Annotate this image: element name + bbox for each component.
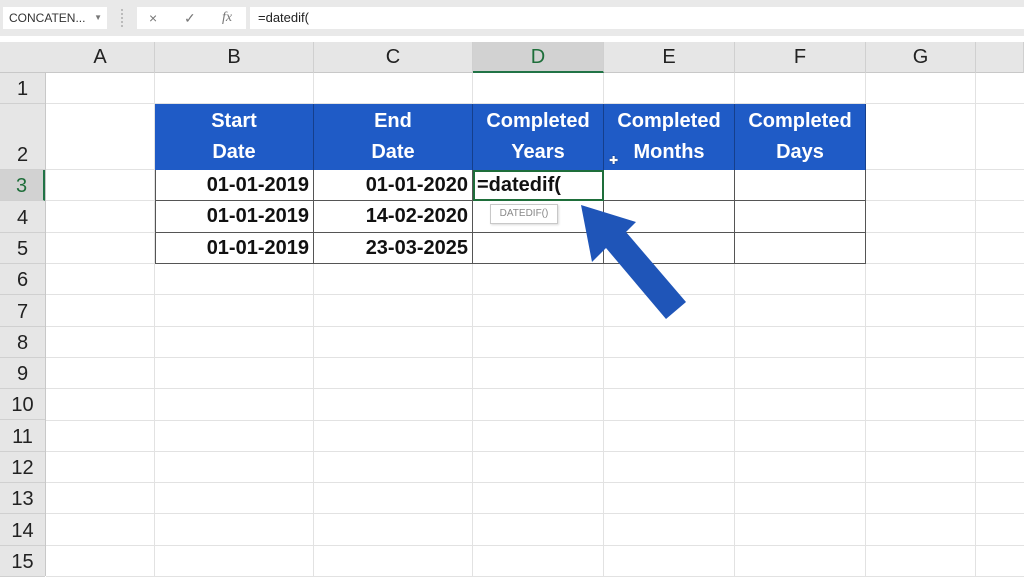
row-header-2[interactable]: 2 [0,104,45,170]
table-cell[interactable]: 01-01-2020 [314,170,473,201]
row-header-5[interactable]: 5 [0,233,45,264]
column-header-a[interactable]: A [46,42,155,73]
name-box-value: CONCATEN... [9,11,86,25]
table-header-cell[interactable]: Completed Years [473,104,604,170]
table-header-cell[interactable]: Start Date [155,104,314,170]
autocomplete-tooltip[interactable]: DATEDIF() [490,204,558,224]
column-header-g[interactable]: G [866,42,976,73]
row-header-13[interactable]: 13 [0,483,45,515]
grid-hline [46,325,1024,327]
row-header-12[interactable]: 12 [0,452,45,484]
grid-hline [46,482,1024,484]
formula-input[interactable]: =datedif( [250,7,1024,29]
active-cell-d3[interactable]: =datedif( [473,170,604,201]
table-cell[interactable] [735,170,866,201]
table-cell[interactable]: 01-01-2019 [155,170,314,201]
grid-hline [46,388,1024,390]
cancel-icon[interactable]: × [149,7,157,29]
row-header-6[interactable]: 6 [0,264,45,296]
table-cell[interactable] [604,201,735,233]
row-header-1[interactable]: 1 [0,73,45,104]
column-header-f[interactable]: F [735,42,866,73]
table-cell[interactable] [473,233,604,264]
grid-hline [46,513,1024,515]
insert-function-icon[interactable]: fx [222,7,232,29]
cell-cursor-icon: ✚ [609,155,619,167]
grid-hline [46,450,1024,452]
table-cell[interactable]: 23-03-2025 [314,233,473,264]
row-header-4[interactable]: 4 [0,201,45,233]
worksheet-grid[interactable]: Start Date End Date Completed Years Complet… [46,73,1024,577]
table-cell[interactable] [604,170,735,201]
grid-hline [46,294,1024,296]
table-cell[interactable] [735,201,866,233]
table-header-cell[interactable]: Completed Days [735,104,866,170]
column-header-c[interactable]: C [314,42,473,73]
grid-hline [46,356,1024,358]
row-header-15[interactable]: 15 [0,546,45,577]
row-header-8[interactable]: 8 [0,327,45,358]
table-cell[interactable] [735,233,866,264]
column-headers: ABCDEFG [0,42,1024,73]
table-cell[interactable] [604,233,735,264]
row-header-3[interactable]: 3 [0,170,45,201]
enter-icon[interactable]: ✓ [184,7,196,29]
table-cell[interactable]: 14-02-2020 [314,201,473,233]
table-cell[interactable]: 01-01-2019 [155,201,314,233]
grid-hline [46,419,1024,421]
table-header-cell[interactable]: End Date [314,104,473,170]
grid-vline [975,73,976,576]
column-header-b[interactable]: B [155,42,314,73]
name-box[interactable]: CONCATEN... ▼ [3,7,107,29]
row-header-11[interactable]: 11 [0,421,45,452]
row-header-9[interactable]: 9 [0,358,45,390]
grid-hline [46,544,1024,546]
formula-bar: CONCATEN... ▼ × ✓ fx =datedif( [0,0,1024,36]
row-header-10[interactable]: 10 [0,389,45,421]
grip-handle[interactable] [121,9,127,27]
column-header-h[interactable] [976,42,1024,73]
chevron-down-icon[interactable]: ▼ [94,7,102,29]
row-header-7[interactable]: 7 [0,295,45,327]
formula-buttons: × ✓ fx [137,7,246,29]
column-header-d[interactable]: D [473,42,604,73]
table-cell[interactable]: 01-01-2019 [155,233,314,264]
column-header-e[interactable]: E [604,42,735,73]
row-headers: 1 2 3 4 5 6 7 8 9 10 11 12 13 14 15 [0,73,46,577]
row-header-14[interactable]: 14 [0,514,45,546]
table-header-cell[interactable]: Completed Months [604,104,735,170]
